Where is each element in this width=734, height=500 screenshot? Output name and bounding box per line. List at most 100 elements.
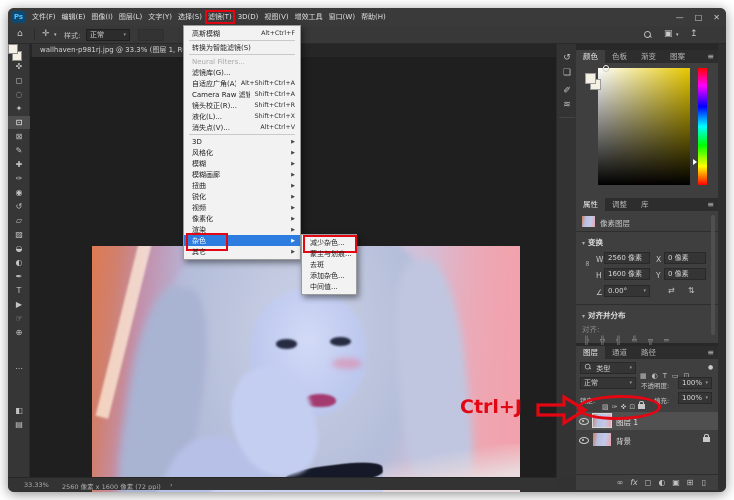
tab-调整[interactable]: 调整 — [605, 198, 634, 211]
filter-menu-item-7[interactable]: 液化(L)...Shift+Ctrl+X — [184, 111, 300, 122]
filter-menu-item-5[interactable]: Camera Raw 滤镜(C)...Shift+Ctrl+A — [184, 89, 300, 100]
brush-settings-icon[interactable]: ✐ — [557, 86, 577, 96]
menu-窗口(W)[interactable]: 窗口(W) — [326, 10, 358, 24]
filter-menu-item-4[interactable]: 自适应广角(A)...Alt+Shift+Ctrl+A — [184, 78, 300, 89]
hue-slider-marker[interactable] — [693, 159, 697, 165]
filter-adjustment-icon[interactable]: ◐ — [652, 372, 658, 380]
brushes-icon[interactable]: ≋ — [557, 100, 577, 110]
filter-menu-item-1[interactable]: 转换为智能滤镜(S) — [184, 42, 300, 53]
chevron-down-icon[interactable]: ▾ — [676, 32, 679, 38]
menu-选择(S)[interactable]: 选择(S) — [175, 10, 205, 24]
tab-颜色[interactable]: 颜色 — [576, 50, 605, 63]
align-icon-1[interactable]: ╬ — [600, 336, 605, 345]
filter-type-icon[interactable]: T — [663, 372, 667, 380]
history-brush-tool[interactable]: ↺ — [8, 200, 30, 213]
visibility-eye-icon[interactable] — [579, 435, 589, 444]
quick-mask-icon[interactable]: ◧ — [8, 404, 30, 417]
filter-pixel-icon[interactable]: ▦ — [640, 372, 647, 380]
filter-menu-item-12[interactable]: 模糊画廊▶ — [184, 169, 300, 180]
filter-menu-item-14[interactable]: 锐化▶ — [184, 191, 300, 202]
blur-tool[interactable]: ◒ — [8, 242, 30, 255]
layer-filter-select[interactable]: 类型▾ — [580, 362, 636, 374]
minimize-button[interactable]: — — [676, 13, 684, 22]
screen-mode-icon[interactable]: ▤ — [8, 418, 30, 431]
clone-stamp-tool[interactable]: ◉ — [8, 186, 30, 199]
tab-图案[interactable]: 图案 — [663, 50, 692, 63]
menu-增效工具[interactable]: 增效工具 — [292, 10, 326, 24]
brush-tool[interactable]: ✑ — [8, 172, 30, 185]
quick-selection-tool[interactable]: ✦ — [8, 102, 30, 115]
menu-视图(V)[interactable]: 视图(V) — [261, 10, 291, 24]
foreground-color-swatch[interactable] — [585, 73, 596, 84]
flip-vertical-icon[interactable]: ⇅ — [688, 286, 695, 295]
blend-mode-select[interactable]: 正常▾ — [580, 377, 636, 389]
menu-编辑(E)[interactable]: 编辑(E) — [59, 10, 89, 24]
menu-帮助(H)[interactable]: 帮助(H) — [358, 10, 389, 24]
opacity-field[interactable]: 100%▾ — [678, 377, 712, 389]
noise-submenu-item-0[interactable]: 减少杂色... — [302, 237, 356, 248]
align-icon-4[interactable]: ╦ — [648, 336, 653, 345]
delete-layer-icon[interactable]: ▯ — [698, 478, 710, 487]
menu-图像(I)[interactable]: 图像(I) — [88, 10, 116, 24]
layer-thumbnail[interactable] — [593, 433, 611, 446]
crop-tool[interactable]: ⊡ — [8, 116, 30, 129]
filter-menu-item-2[interactable]: Neural Filters... — [184, 56, 300, 67]
filter-menu-item-10[interactable]: 风格化▶ — [184, 147, 300, 158]
filter-menu-item-16[interactable]: 像素化▶ — [184, 213, 300, 224]
eyedropper-tool[interactable]: ✎ — [8, 144, 30, 157]
layer-mask-icon[interactable]: ◻ — [642, 478, 654, 487]
filter-menu-item-13[interactable]: 扭曲▶ — [184, 180, 300, 191]
filter-menu-item-15[interactable]: 视频▶ — [184, 202, 300, 213]
history-icon[interactable]: ↺ — [557, 53, 577, 63]
tab-属性[interactable]: 属性 — [576, 198, 605, 211]
menu-文字(Y)[interactable]: 文字(Y) — [145, 10, 175, 24]
new-layer-icon[interactable]: ⊞ — [684, 478, 696, 487]
filter-menu-item-8[interactable]: 消失点(V)...Alt+Ctrl+V — [184, 122, 300, 133]
color-field[interactable] — [598, 68, 690, 185]
layer-row-背景[interactable]: 背景 — [576, 431, 718, 449]
type-tool[interactable]: T — [8, 284, 30, 297]
edit-toolbar-icon[interactable]: ⋯ — [8, 362, 30, 375]
style-select[interactable]: 正常▾ — [86, 29, 130, 41]
noise-submenu-item-2[interactable]: 去斑 — [302, 259, 356, 270]
align-icon-0[interactable]: ╠ — [584, 336, 589, 345]
filter-menu-item-9[interactable]: 3D▶ — [184, 136, 300, 147]
move-tool[interactable]: ✜ — [8, 60, 30, 73]
panel-menu-icon[interactable]: ≡ — [707, 348, 714, 357]
filter-toggle-icon[interactable]: ● — [708, 364, 713, 371]
fill-field[interactable]: 100%▾ — [678, 392, 712, 404]
layer-effects-icon[interactable]: fx — [628, 478, 640, 487]
filter-menu-item-18[interactable]: 杂色▶ — [184, 235, 300, 246]
lasso-tool[interactable]: ◌ — [8, 88, 30, 101]
filter-menu-item-19[interactable]: 其它▶ — [184, 246, 300, 257]
align-icon-3[interactable]: ╩ — [632, 336, 637, 345]
scrollbar[interactable] — [711, 215, 715, 335]
flip-horizontal-icon[interactable]: ⇄ — [668, 286, 675, 295]
align-section-header[interactable]: ▾对齐并分布 — [582, 310, 626, 321]
align-icon-2[interactable]: ╣ — [616, 336, 621, 345]
filter-menu-item-6[interactable]: 镜头校正(R)...Shift+Ctrl+R — [184, 100, 300, 111]
menu-滤镜(T)[interactable]: 滤镜(T) — [205, 10, 235, 24]
panel-menu-icon[interactable]: ≡ — [707, 200, 714, 209]
new-group-icon[interactable]: ▣ — [670, 478, 682, 487]
menu-文件(F)[interactable]: 文件(F) — [29, 10, 59, 24]
y-field[interactable]: 0 像素 — [664, 268, 706, 280]
tool-preset-icon[interactable]: ✛ — [42, 29, 50, 39]
panel-menu-icon[interactable]: ≡ — [707, 52, 714, 61]
menu-3D(D)[interactable]: 3D(D) — [235, 11, 262, 23]
tab-渐变[interactable]: 渐变 — [634, 50, 663, 63]
hand-tool[interactable]: ☞ — [8, 312, 30, 325]
hue-slider[interactable] — [698, 68, 707, 185]
tab-通道[interactable]: 通道 — [605, 346, 634, 359]
pen-tool[interactable]: ✒ — [8, 270, 30, 283]
adjustment-layer-icon[interactable]: ◐ — [656, 478, 668, 487]
tab-路径[interactable]: 路径 — [634, 346, 663, 359]
eraser-tool[interactable]: ▱ — [8, 214, 30, 227]
width-field[interactable]: 2560 像素 — [604, 252, 650, 264]
zoom-level[interactable]: 33.33% — [24, 481, 49, 489]
search-icon[interactable] — [644, 31, 652, 39]
marquee-tool[interactable]: ◻ — [8, 74, 30, 87]
filter-menu-item-3[interactable]: 滤镜库(G)... — [184, 67, 300, 78]
noise-submenu-item-4[interactable]: 中间值... — [302, 281, 356, 292]
tab-库[interactable]: 库 — [634, 198, 656, 211]
